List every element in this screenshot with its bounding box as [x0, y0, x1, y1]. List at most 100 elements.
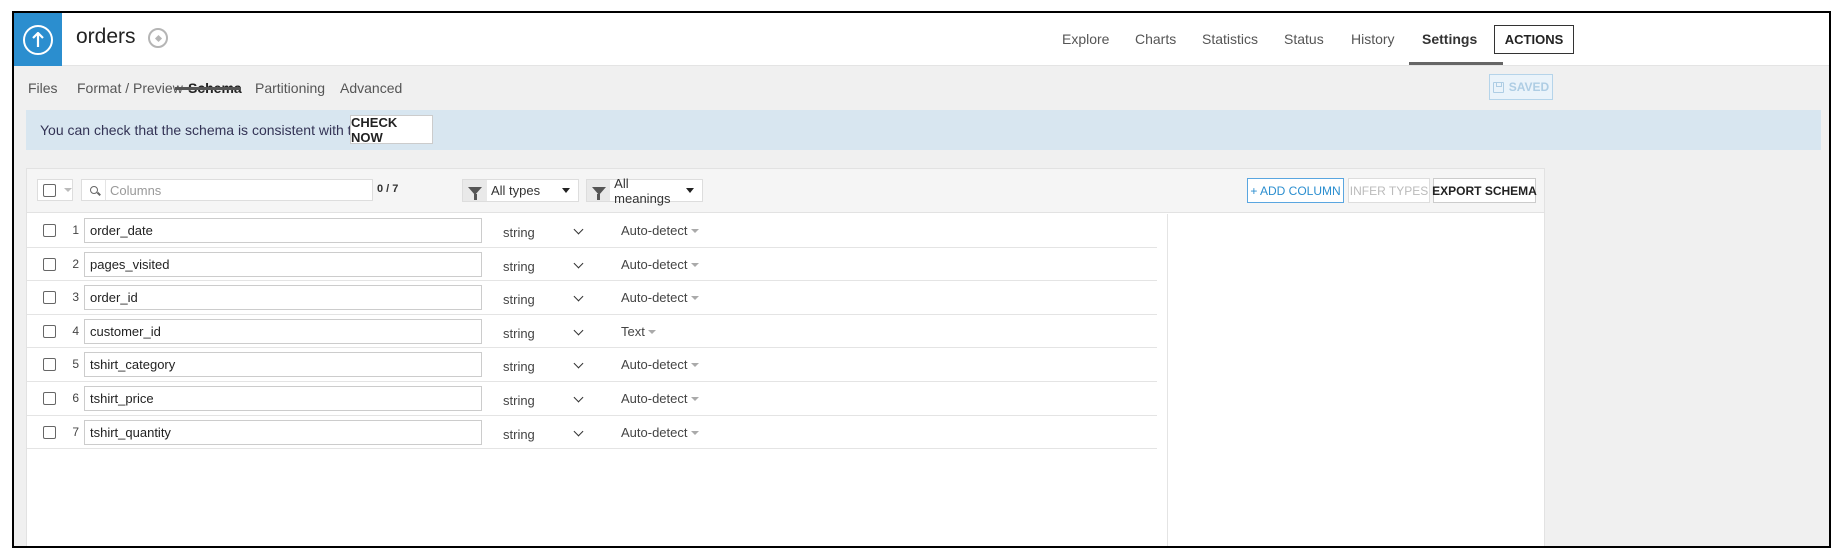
column-meaning[interactable]: Auto-detect — [621, 357, 699, 372]
caret-down-icon — [562, 188, 570, 193]
caret-down-icon — [686, 188, 694, 193]
column-name-input[interactable]: order_id — [84, 285, 482, 311]
row-number: 1 — [72, 223, 79, 237]
select-all-checkbox[interactable] — [43, 183, 56, 197]
table-row: 7 tshirt_quantity string Auto-detect — [27, 416, 1157, 450]
nav-statistics[interactable]: Statistics — [1202, 31, 1258, 47]
chevron-down-icon[interactable] — [573, 291, 584, 302]
actions-button[interactable]: ACTIONS — [1494, 25, 1574, 54]
row-checkbox[interactable] — [43, 291, 56, 305]
meaning-label: Auto-detect — [621, 223, 688, 238]
caret-down-icon — [690, 430, 699, 435]
table-row: 3 order_id string Auto-detect — [27, 281, 1157, 315]
saved-label: SAVED — [1508, 80, 1550, 94]
nav-status[interactable]: Status — [1284, 31, 1324, 47]
tab-advanced[interactable]: Advanced — [340, 80, 402, 96]
chevron-down-icon[interactable] — [573, 358, 584, 369]
column-meaning[interactable]: Auto-detect — [621, 290, 699, 305]
column-meaning[interactable]: Auto-detect — [621, 223, 699, 238]
table-row: 6 tshirt_price string Auto-detect — [27, 382, 1157, 416]
select-all-dropdown[interactable] — [37, 179, 73, 201]
search-input[interactable] — [106, 182, 366, 198]
schema-rows: 1 order_date string Auto-detect 2 pages_… — [27, 214, 1157, 450]
caret-down-icon — [690, 229, 699, 233]
meaning-label: Auto-detect — [621, 424, 688, 440]
nav-explore[interactable]: Explore — [1062, 31, 1109, 47]
column-meaning[interactable]: Auto-detect — [621, 391, 699, 406]
dataset-logo[interactable] — [14, 13, 62, 66]
selected-count: 0 / 7 — [377, 183, 399, 195]
column-type[interactable]: string — [503, 292, 535, 307]
chevron-down-icon[interactable] — [573, 325, 584, 336]
tab-files[interactable]: Files — [28, 80, 58, 96]
details-pane-divider — [1167, 214, 1168, 546]
caret-down-icon — [690, 296, 699, 301]
row-checkbox[interactable] — [43, 391, 56, 405]
meaning-label: Text — [621, 323, 645, 339]
column-name-input[interactable]: order_date — [84, 218, 482, 243]
chevron-down-icon[interactable] — [573, 224, 584, 235]
nav-charts[interactable]: Charts — [1135, 31, 1176, 47]
column-name-input[interactable]: pages_visited — [84, 251, 482, 277]
row-checkbox[interactable] — [43, 324, 56, 338]
column-name-input[interactable]: tshirt_quantity — [84, 419, 482, 445]
chevron-down-icon — [64, 188, 72, 192]
column-search — [81, 179, 373, 201]
column-name-input[interactable]: customer_id — [84, 318, 482, 344]
column-meaning[interactable]: Auto-detect — [621, 425, 699, 440]
table-row: 1 order_date string Auto-detect — [27, 214, 1157, 248]
row-checkbox[interactable] — [43, 224, 56, 237]
column-type[interactable]: string — [503, 326, 535, 341]
meaning-label: Auto-detect — [621, 357, 688, 373]
caret-down-icon — [690, 363, 699, 368]
meanings-filter-label: All meanings — [614, 175, 671, 206]
column-name-input[interactable]: tshirt_category — [84, 352, 482, 378]
schema-content: You can check that the schema is consist… — [14, 108, 1829, 546]
types-filter[interactable]: All types — [462, 179, 579, 202]
table-row: 5 tshirt_category string Auto-detect — [27, 348, 1157, 382]
infer-types-button[interactable]: INFER TYPES — [1348, 178, 1430, 203]
active-tab-indicator — [175, 87, 241, 90]
row-number: 7 — [72, 424, 79, 439]
meaning-label: Auto-detect — [621, 290, 688, 306]
saved-button[interactable]: SAVED — [1489, 74, 1553, 100]
check-now-button[interactable]: CHECK NOW — [350, 115, 433, 145]
caret-down-icon — [690, 262, 699, 267]
tab-partitioning[interactable]: Partitioning — [255, 80, 325, 96]
schema-panel: 0 / 7 All types All meanings + ADD COLUM… — [26, 168, 1545, 546]
nav-settings[interactable]: Settings — [1422, 31, 1477, 47]
column-type[interactable]: string — [503, 427, 535, 442]
add-column-button[interactable]: + ADD COLUMN — [1247, 178, 1344, 203]
meaning-label: Auto-detect — [621, 390, 688, 406]
column-meaning[interactable]: Text — [621, 324, 656, 339]
chevron-down-icon[interactable] — [573, 426, 584, 437]
table-row: 2 pages_visited string Auto-detect — [27, 248, 1157, 282]
filter-icon — [463, 180, 487, 201]
compass-icon[interactable] — [148, 28, 168, 48]
row-checkbox[interactable] — [43, 257, 56, 271]
nav-history[interactable]: History — [1351, 31, 1395, 47]
top-bar: orders Explore Charts Statistics Status … — [14, 13, 1829, 66]
row-checkbox[interactable] — [43, 425, 56, 439]
row-number: 3 — [72, 290, 79, 305]
active-nav-indicator — [1409, 62, 1503, 65]
column-meaning[interactable]: Auto-detect — [621, 257, 699, 272]
column-type[interactable]: string — [503, 225, 535, 240]
export-schema-button[interactable]: EXPORT SCHEMA — [1432, 178, 1537, 203]
column-name-input[interactable]: tshirt_price — [84, 385, 482, 411]
column-type[interactable]: string — [503, 393, 535, 408]
schema-toolbar: 0 / 7 All types All meanings + ADD COLUM… — [27, 169, 1544, 213]
meaning-label: Auto-detect — [621, 256, 688, 272]
row-checkbox[interactable] — [43, 358, 56, 372]
chevron-down-icon[interactable] — [573, 258, 584, 269]
row-number: 2 — [72, 256, 79, 271]
column-type[interactable]: string — [503, 359, 535, 374]
row-number: 5 — [72, 357, 79, 372]
search-icon — [82, 180, 106, 200]
filter-icon — [587, 180, 611, 201]
row-number: 4 — [72, 323, 79, 338]
column-type[interactable]: string — [503, 259, 535, 274]
chevron-down-icon[interactable] — [573, 392, 584, 403]
meanings-filter[interactable]: All meanings — [586, 176, 703, 206]
tab-format-preview[interactable]: Format / Preview — [77, 80, 183, 96]
